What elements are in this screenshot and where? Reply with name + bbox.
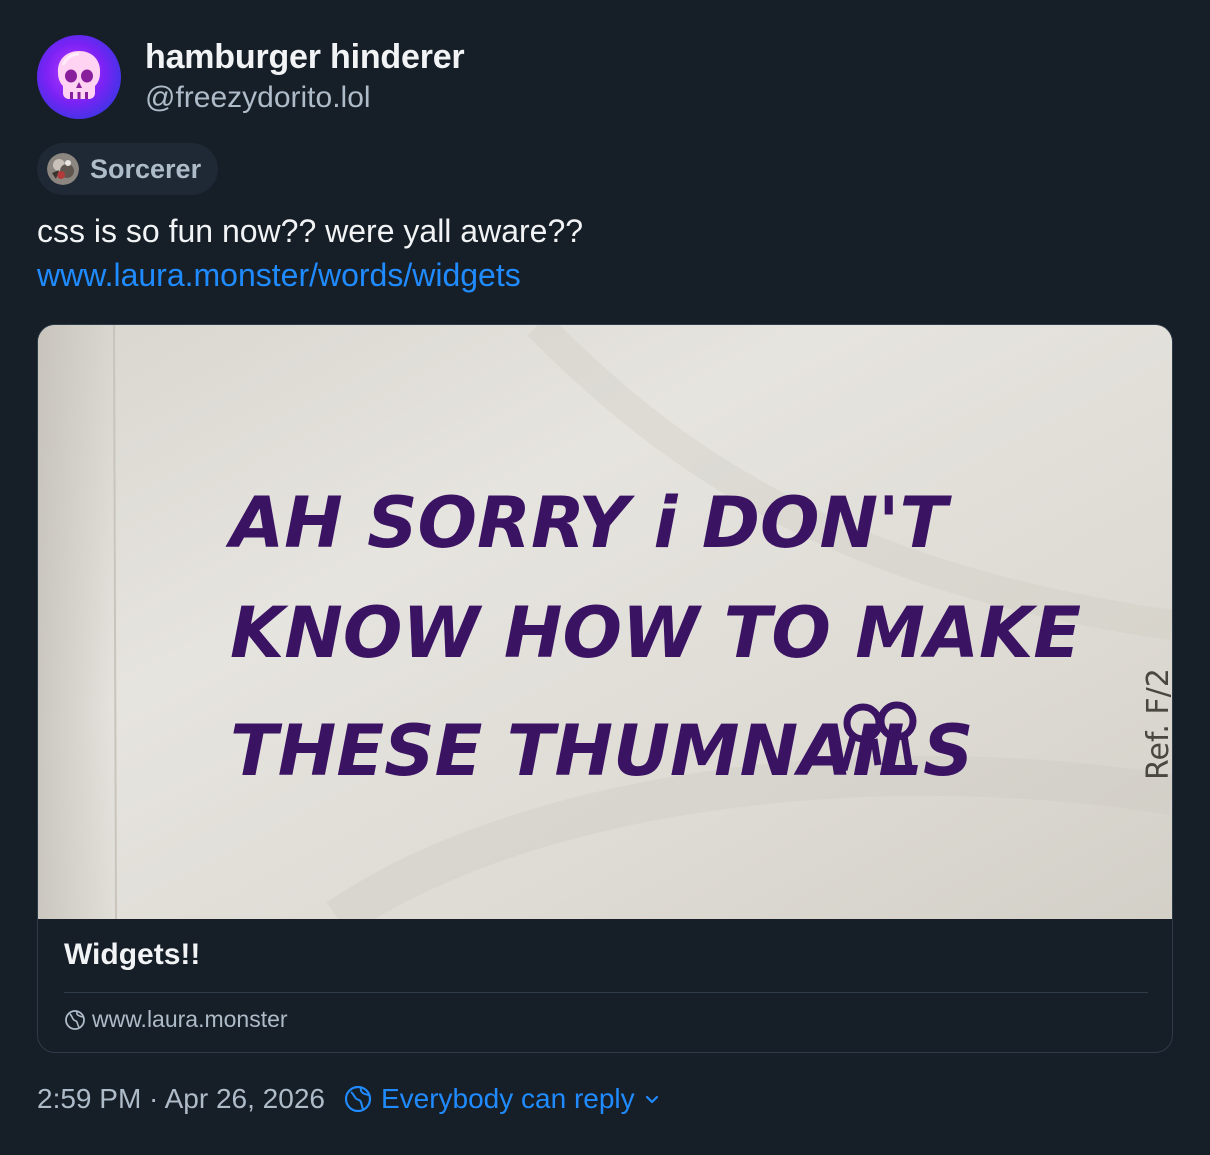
- chevron-down-icon: [645, 1095, 658, 1104]
- link-card-domain-text: www.laura.monster: [92, 1006, 288, 1032]
- post: hamburger hinderer @freezydorito.lol Sor…: [0, 0, 1210, 1155]
- thumbnail-handwriting-line-2: KNOW HOW TO MAKE: [230, 592, 1081, 674]
- thumbnail-handwriting-line-3: THESE THUMNAILS: [230, 710, 973, 792]
- post-text: css is so fun now?? were yall aware??: [37, 213, 584, 249]
- link-card-thumbnail: AH SORRY i DON'T KNOW HOW TO MAKE THESE …: [38, 325, 1172, 919]
- reply-setting-label: Everybody can reply: [380, 1083, 635, 1114]
- link-card-divider: [64, 992, 1148, 993]
- skull-icon: [57, 51, 101, 99]
- labeler-avatar-icon: [47, 153, 79, 185]
- link-card[interactable]: AH SORRY i DON'T KNOW HOW TO MAKE THESE …: [37, 324, 1173, 1053]
- author-display-name[interactable]: hamburger hinderer: [145, 38, 465, 77]
- label-badge-text: Sorcerer: [90, 153, 202, 184]
- author-handle[interactable]: @freezydorito.lol: [145, 81, 371, 115]
- globe-icon: [344, 1085, 372, 1113]
- author-avatar[interactable]: [37, 35, 121, 119]
- thumbnail-side-text: Ref. F/2: [1141, 668, 1172, 780]
- post-timestamp[interactable]: 2:59 PM · Apr 26, 2026: [37, 1083, 325, 1115]
- thumbnail-handwriting-line-1: AH SORRY i DON'T: [225, 482, 952, 564]
- link-card-title: Widgets!!: [64, 938, 201, 971]
- reply-setting-button[interactable]: Everybody can reply: [344, 1083, 660, 1115]
- globe-icon: [65, 1009, 85, 1030]
- link-card-domain: www.laura.monster: [64, 1006, 288, 1033]
- label-badge[interactable]: Sorcerer: [37, 143, 219, 195]
- post-footer: 2:59 PM · Apr 26, 2026 Everybody can rep…: [37, 1083, 660, 1115]
- post-link[interactable]: www.laura.monster/words/widgets: [37, 257, 521, 294]
